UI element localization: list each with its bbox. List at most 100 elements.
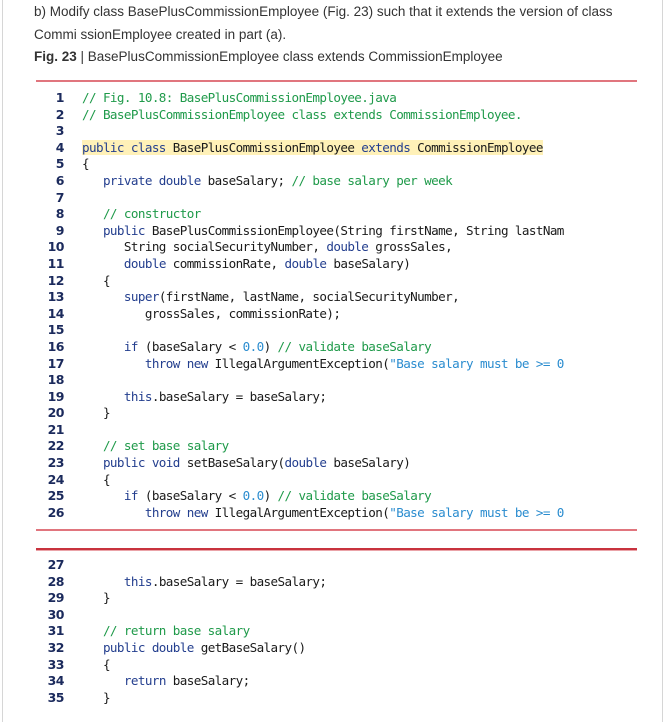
caption-text: BasePlusCommissionEmployee class extends…: [87, 49, 503, 64]
code-line: 2 // BasePlusCommissionEmployee class ext…: [36, 107, 666, 124]
code-token: BasePlusCommissionEmployee: [165, 139, 362, 155]
keyword-token: double: [123, 255, 167, 271]
code-token: }: [82, 590, 111, 606]
code-text: // constructor: [82, 206, 201, 221]
code-line: 15: [36, 322, 666, 339]
code-text: public void setBaseSalary(double baseSal…: [82, 455, 411, 471]
highlighted-code-text: public class BasePlusCommissionEmployee …: [82, 139, 543, 155]
code-token: ): [263, 488, 278, 504]
keyword-token: public class: [82, 139, 166, 155]
keyword-token: super: [123, 289, 160, 305]
line-number: 18: [47, 372, 65, 388]
code-line: 5{: [36, 156, 666, 173]
line-number: 27: [47, 557, 65, 572]
code-line: 29 }: [36, 590, 666, 607]
code-token: }: [82, 689, 111, 705]
line-number: 34: [47, 673, 65, 689]
keyword-token: public double: [102, 639, 194, 655]
line-number: 6: [55, 172, 65, 188]
page-break-rule-lower: [36, 548, 637, 550]
code-line: 22 // set base salary: [36, 438, 666, 455]
code-token: commissionRate,: [165, 255, 285, 271]
code-line: 8 // constructor: [36, 206, 666, 223]
line-number: 14: [47, 305, 65, 321]
code-line: 18: [36, 372, 666, 389]
code-text: }: [82, 689, 111, 705]
code-text: public BasePlusCommissionEmployee(String…: [82, 223, 564, 238]
keyword-token: double: [284, 455, 328, 471]
code-token: String socialSecurityNumber,: [82, 239, 327, 255]
code-token: (baseSalary <: [137, 338, 243, 354]
comment-token: // validate baseSalary: [277, 338, 432, 354]
code-line: 34 return baseSalary;: [36, 673, 666, 690]
line-number: 23: [47, 455, 65, 471]
line-number: 21: [47, 421, 65, 437]
code-token: {: [82, 656, 111, 672]
keyword-token: public: [102, 222, 146, 238]
code-listing-part-1: 1 // Fig. 10.8: BasePlusCommissionEmploye…: [36, 90, 666, 521]
code-token: setBaseSalary(: [179, 455, 285, 471]
line-number: 28: [47, 573, 65, 589]
code-line: 3: [36, 123, 666, 140]
code-text: {: [82, 156, 90, 171]
line-number: 29: [47, 590, 65, 606]
code-line: 24 {: [36, 472, 666, 489]
code-text: // BasePlusCommissionEmployee class exte…: [82, 107, 522, 122]
code-text: if (baseSalary < 0.0) // validate baseSa…: [82, 338, 432, 354]
line-number: 13: [47, 289, 65, 305]
code-text: {: [82, 471, 111, 487]
line-number: 4: [55, 139, 65, 155]
keyword-token: if: [123, 488, 139, 504]
code-text: // Fig. 10.8: BasePlusCommissionEmployee…: [82, 90, 397, 105]
code-token: grossSales, commissionRate);: [82, 305, 341, 321]
code-token: IllegalArgumentException(: [207, 355, 390, 371]
line-number: 19: [47, 388, 65, 404]
line-number: 1: [55, 90, 65, 105]
code-token: .baseSalary = baseSalary;: [151, 388, 327, 404]
code-token: grossSales,: [368, 239, 453, 255]
code-text: super(firstName, lastName, socialSecurit…: [82, 289, 460, 305]
code-text: if (baseSalary < 0.0) // validate baseSa…: [82, 488, 432, 504]
code-text: grossSales, commissionRate);: [82, 305, 341, 321]
code-token: {: [82, 471, 111, 487]
code-line: 17 throw new IllegalArgumentException("B…: [36, 356, 666, 373]
code-line: 27: [36, 557, 666, 574]
line-number: 33: [47, 656, 65, 672]
line-number: 16: [47, 338, 65, 354]
code-text: {: [82, 656, 111, 672]
code-token: baseSalary;: [165, 673, 250, 689]
code-text: throw new IllegalArgumentException("Base…: [82, 504, 565, 520]
code-line: 20 }: [36, 405, 666, 422]
code-text: return baseSalary;: [82, 673, 250, 688]
comment-token: // BasePlusCommissionEmployee class exte…: [82, 106, 522, 122]
code-line: 14 grossSales, commissionRate);: [36, 306, 666, 323]
keyword-token: extends: [361, 139, 411, 155]
code-top-rule: [36, 80, 637, 82]
code-line: 31 // return base salary: [36, 623, 666, 640]
code-token: (firstName, lastName, socialSecurityNumb…: [158, 289, 460, 305]
code-token: .baseSalary = baseSalary;: [151, 573, 327, 589]
code-line: 35 }: [36, 690, 666, 707]
code-line: 9 public BasePlusCommissionEmployee(Stri…: [36, 223, 666, 240]
code-token: {: [82, 272, 111, 288]
keyword-token: this: [123, 388, 153, 404]
code-token: }: [82, 405, 111, 421]
figure-caption: Fig. 23 | BasePlusCommissionEmployee cla…: [34, 49, 503, 64]
line-number: 31: [47, 623, 65, 639]
line-number: 20: [47, 405, 65, 421]
code-token: IllegalArgumentException(: [207, 504, 390, 520]
code-line: 11 double commissionRate, double baseSal…: [36, 256, 666, 273]
comment-token: // Fig. 10.8: BasePlusCommissionEmployee…: [82, 90, 397, 105]
literal-token: "Base salary must be >= 0: [389, 355, 564, 371]
keyword-token: private double: [102, 172, 201, 188]
